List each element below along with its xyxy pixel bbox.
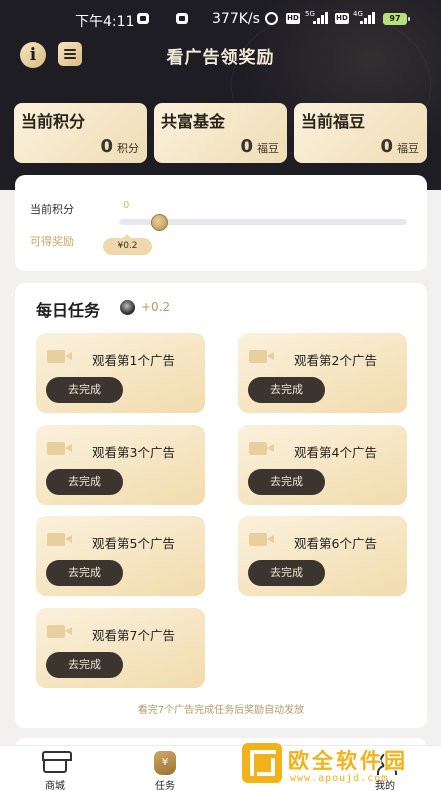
task-label: 观看第1个广告: [92, 353, 175, 368]
points-value: 0: [123, 200, 130, 211]
task-bag-icon: ¥: [154, 751, 176, 775]
status-time: 下午4:11: [75, 14, 135, 30]
video-icon: [47, 350, 72, 363]
coin-icon: [120, 300, 135, 315]
task-label: 观看第4个广告: [294, 445, 377, 460]
task-label: 观看第3个广告: [92, 445, 175, 460]
task-label: 观看第2个广告: [294, 353, 377, 368]
tasks-note: 看完7个广告完成任务后奖励自动发放: [137, 705, 305, 716]
task-card: 观看第3个广告 去完成: [36, 425, 205, 505]
video-icon: [249, 442, 274, 455]
stat-label: 当前积分: [21, 112, 86, 131]
complete-task-button[interactable]: 去完成: [248, 377, 325, 403]
nav-label: 任务: [155, 781, 175, 791]
stat-unit: 福豆: [257, 142, 279, 155]
daily-tasks-card: 每日任务 +0.2 观看第1个广告 去完成 观看第2个广告 去完成 观看第3个广…: [15, 283, 427, 728]
alarm-icon: [265, 12, 278, 25]
stat-value: 0: [240, 136, 253, 157]
task-label: 观看第6个广告: [294, 536, 377, 551]
stat-unit: 福豆: [397, 142, 419, 155]
status-bar: 下午4:11 377K/s HD 5G HD 4G 97: [0, 0, 441, 34]
stat-value: 0: [100, 136, 113, 157]
tasks-bonus: +0.2: [141, 300, 171, 314]
reward-label: 可得奖励: [30, 235, 74, 248]
stat-unit: 积分: [117, 142, 139, 155]
notification-icon: [176, 13, 188, 24]
battery-icon: 97: [383, 13, 410, 25]
task-card: 观看第4个广告 去完成: [238, 425, 407, 505]
reward-value: ¥0.2: [103, 234, 152, 255]
task-card: 观看第5个广告 去完成: [36, 516, 205, 596]
complete-task-button[interactable]: 去完成: [46, 469, 123, 495]
complete-task-button[interactable]: 去完成: [46, 652, 123, 678]
task-label: 观看第7个广告: [92, 628, 175, 643]
nav-label: 商城: [45, 781, 65, 791]
stat-value: 0: [380, 136, 393, 157]
signal-icon: [360, 12, 378, 24]
hd-icon: HD: [286, 13, 300, 24]
network-speed: 377K/s: [212, 11, 260, 27]
video-icon: [249, 350, 274, 363]
stat-card-fund: 共富基金 0 福豆: [154, 103, 287, 163]
task-card: 观看第6个广告 去完成: [238, 516, 407, 596]
watermark-url: www.apoujd.com: [290, 773, 389, 784]
task-card: 观看第1个广告 去完成: [36, 333, 205, 413]
signal-icon: [313, 12, 331, 24]
complete-task-button[interactable]: 去完成: [46, 560, 123, 586]
shop-icon: [42, 751, 72, 773]
video-icon: [249, 533, 274, 546]
task-card: 观看第2个广告 去完成: [238, 333, 407, 413]
tasks-title: 每日任务: [36, 301, 101, 320]
task-card: 观看第7个广告 去完成: [36, 608, 205, 688]
progress-thumb: [150, 214, 168, 231]
progress-card: 当前积分 0 可得奖励 ¥0.2: [15, 175, 427, 271]
stat-card-points: 当前积分 0 积分: [14, 103, 147, 163]
stat-label: 当前福豆: [301, 112, 366, 131]
video-icon: [47, 533, 72, 546]
complete-task-button[interactable]: 去完成: [46, 377, 123, 403]
notification-icon: [137, 13, 149, 24]
points-label: 当前积分: [30, 203, 74, 216]
watermark-logo-icon: [242, 743, 282, 783]
video-icon: [47, 625, 72, 638]
stat-card-beans: 当前福豆 0 福豆: [294, 103, 427, 163]
page-title: 看广告领奖励: [166, 48, 275, 68]
video-icon: [47, 442, 72, 455]
complete-task-button[interactable]: 去完成: [248, 560, 325, 586]
complete-task-button[interactable]: 去完成: [248, 469, 325, 495]
hd-icon: HD: [335, 13, 349, 24]
watermark-title: 欧全软件园: [288, 749, 408, 773]
task-label: 观看第5个广告: [92, 536, 175, 551]
stat-label: 共富基金: [161, 112, 226, 131]
watermark: 欧全软件园 www.apoujd.com: [242, 741, 438, 789]
